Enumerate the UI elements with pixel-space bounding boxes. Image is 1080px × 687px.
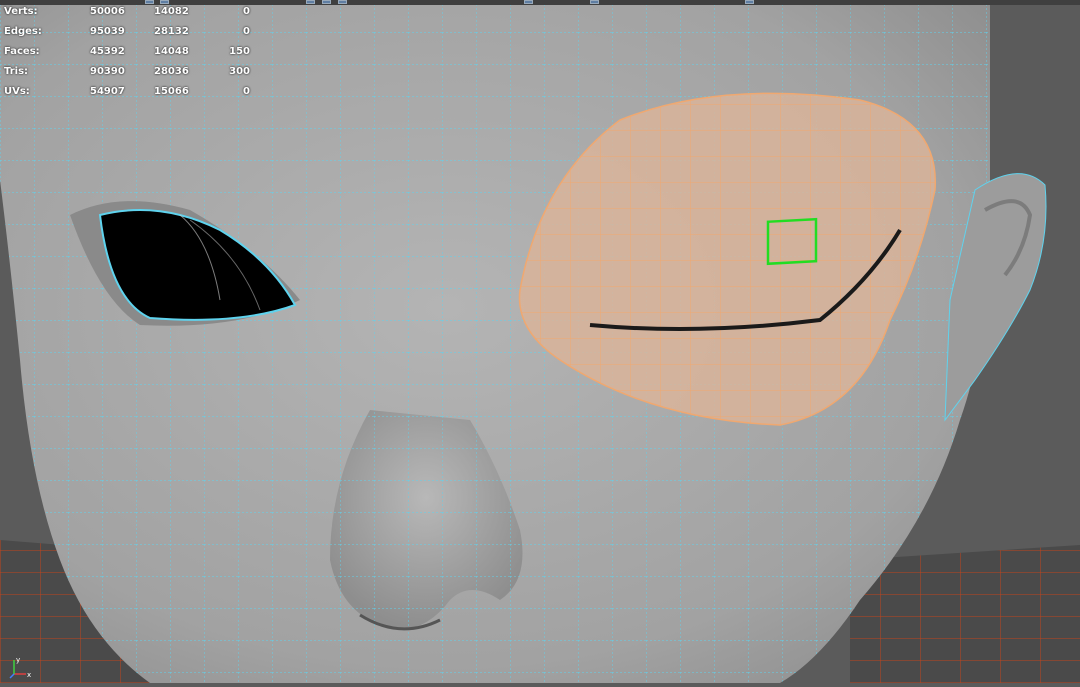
hud-value-object: 28036 <box>154 66 189 77</box>
tool-icon[interactable] <box>145 0 154 4</box>
hud-value-object: 14082 <box>154 6 189 17</box>
3d-viewport[interactable]: Verts: 50006 14082 0 Edges: 95039 28132 … <box>0 0 1080 683</box>
hud-row-tris: Tris: 90390 28036 300 <box>4 66 264 86</box>
tool-icon[interactable] <box>338 0 347 4</box>
hud-value-object: 15066 <box>154 86 189 97</box>
tool-icon[interactable] <box>745 0 754 4</box>
hud-row-uvs: UVs: 54907 15066 0 <box>4 86 264 106</box>
hud-value-object: 14048 <box>154 46 189 57</box>
tool-icon[interactable] <box>306 0 315 4</box>
axis-x-label: x <box>27 671 31 679</box>
hud-value-selected: 150 <box>229 46 250 57</box>
axis-y-label: y <box>16 656 20 664</box>
hud-row-faces: Faces: 45392 14048 150 <box>4 46 264 66</box>
poly-count-hud: Verts: 50006 14082 0 Edges: 95039 28132 … <box>4 6 264 106</box>
tool-icon[interactable] <box>590 0 599 4</box>
hud-value-total: 95039 <box>90 26 125 37</box>
hud-label: Edges: <box>4 26 42 37</box>
hud-label: Verts: <box>4 6 38 17</box>
hud-label: UVs: <box>4 86 30 97</box>
tool-icon[interactable] <box>160 0 169 4</box>
tool-icon[interactable] <box>524 0 533 4</box>
hud-row-verts: Verts: 50006 14082 0 <box>4 6 264 26</box>
hud-value-selected: 0 <box>243 86 250 97</box>
hud-value-object: 28132 <box>154 26 189 37</box>
hud-value-total: 54907 <box>90 86 125 97</box>
tool-icon[interactable] <box>322 0 331 4</box>
hud-value-selected: 300 <box>229 66 250 77</box>
axis-gizmo-icon: x y <box>9 656 31 679</box>
hud-label: Faces: <box>4 46 40 57</box>
hud-value-total: 45392 <box>90 46 125 57</box>
axis-gizmo: x y <box>8 654 38 680</box>
hud-value-selected: 0 <box>243 6 250 17</box>
hud-value-total: 90390 <box>90 66 125 77</box>
hud-value-selected: 0 <box>243 26 250 37</box>
hud-row-edges: Edges: 95039 28132 0 <box>4 26 264 46</box>
toolbar-strip <box>0 0 1080 5</box>
hud-label: Tris: <box>4 66 29 77</box>
hud-value-total: 50006 <box>90 6 125 17</box>
